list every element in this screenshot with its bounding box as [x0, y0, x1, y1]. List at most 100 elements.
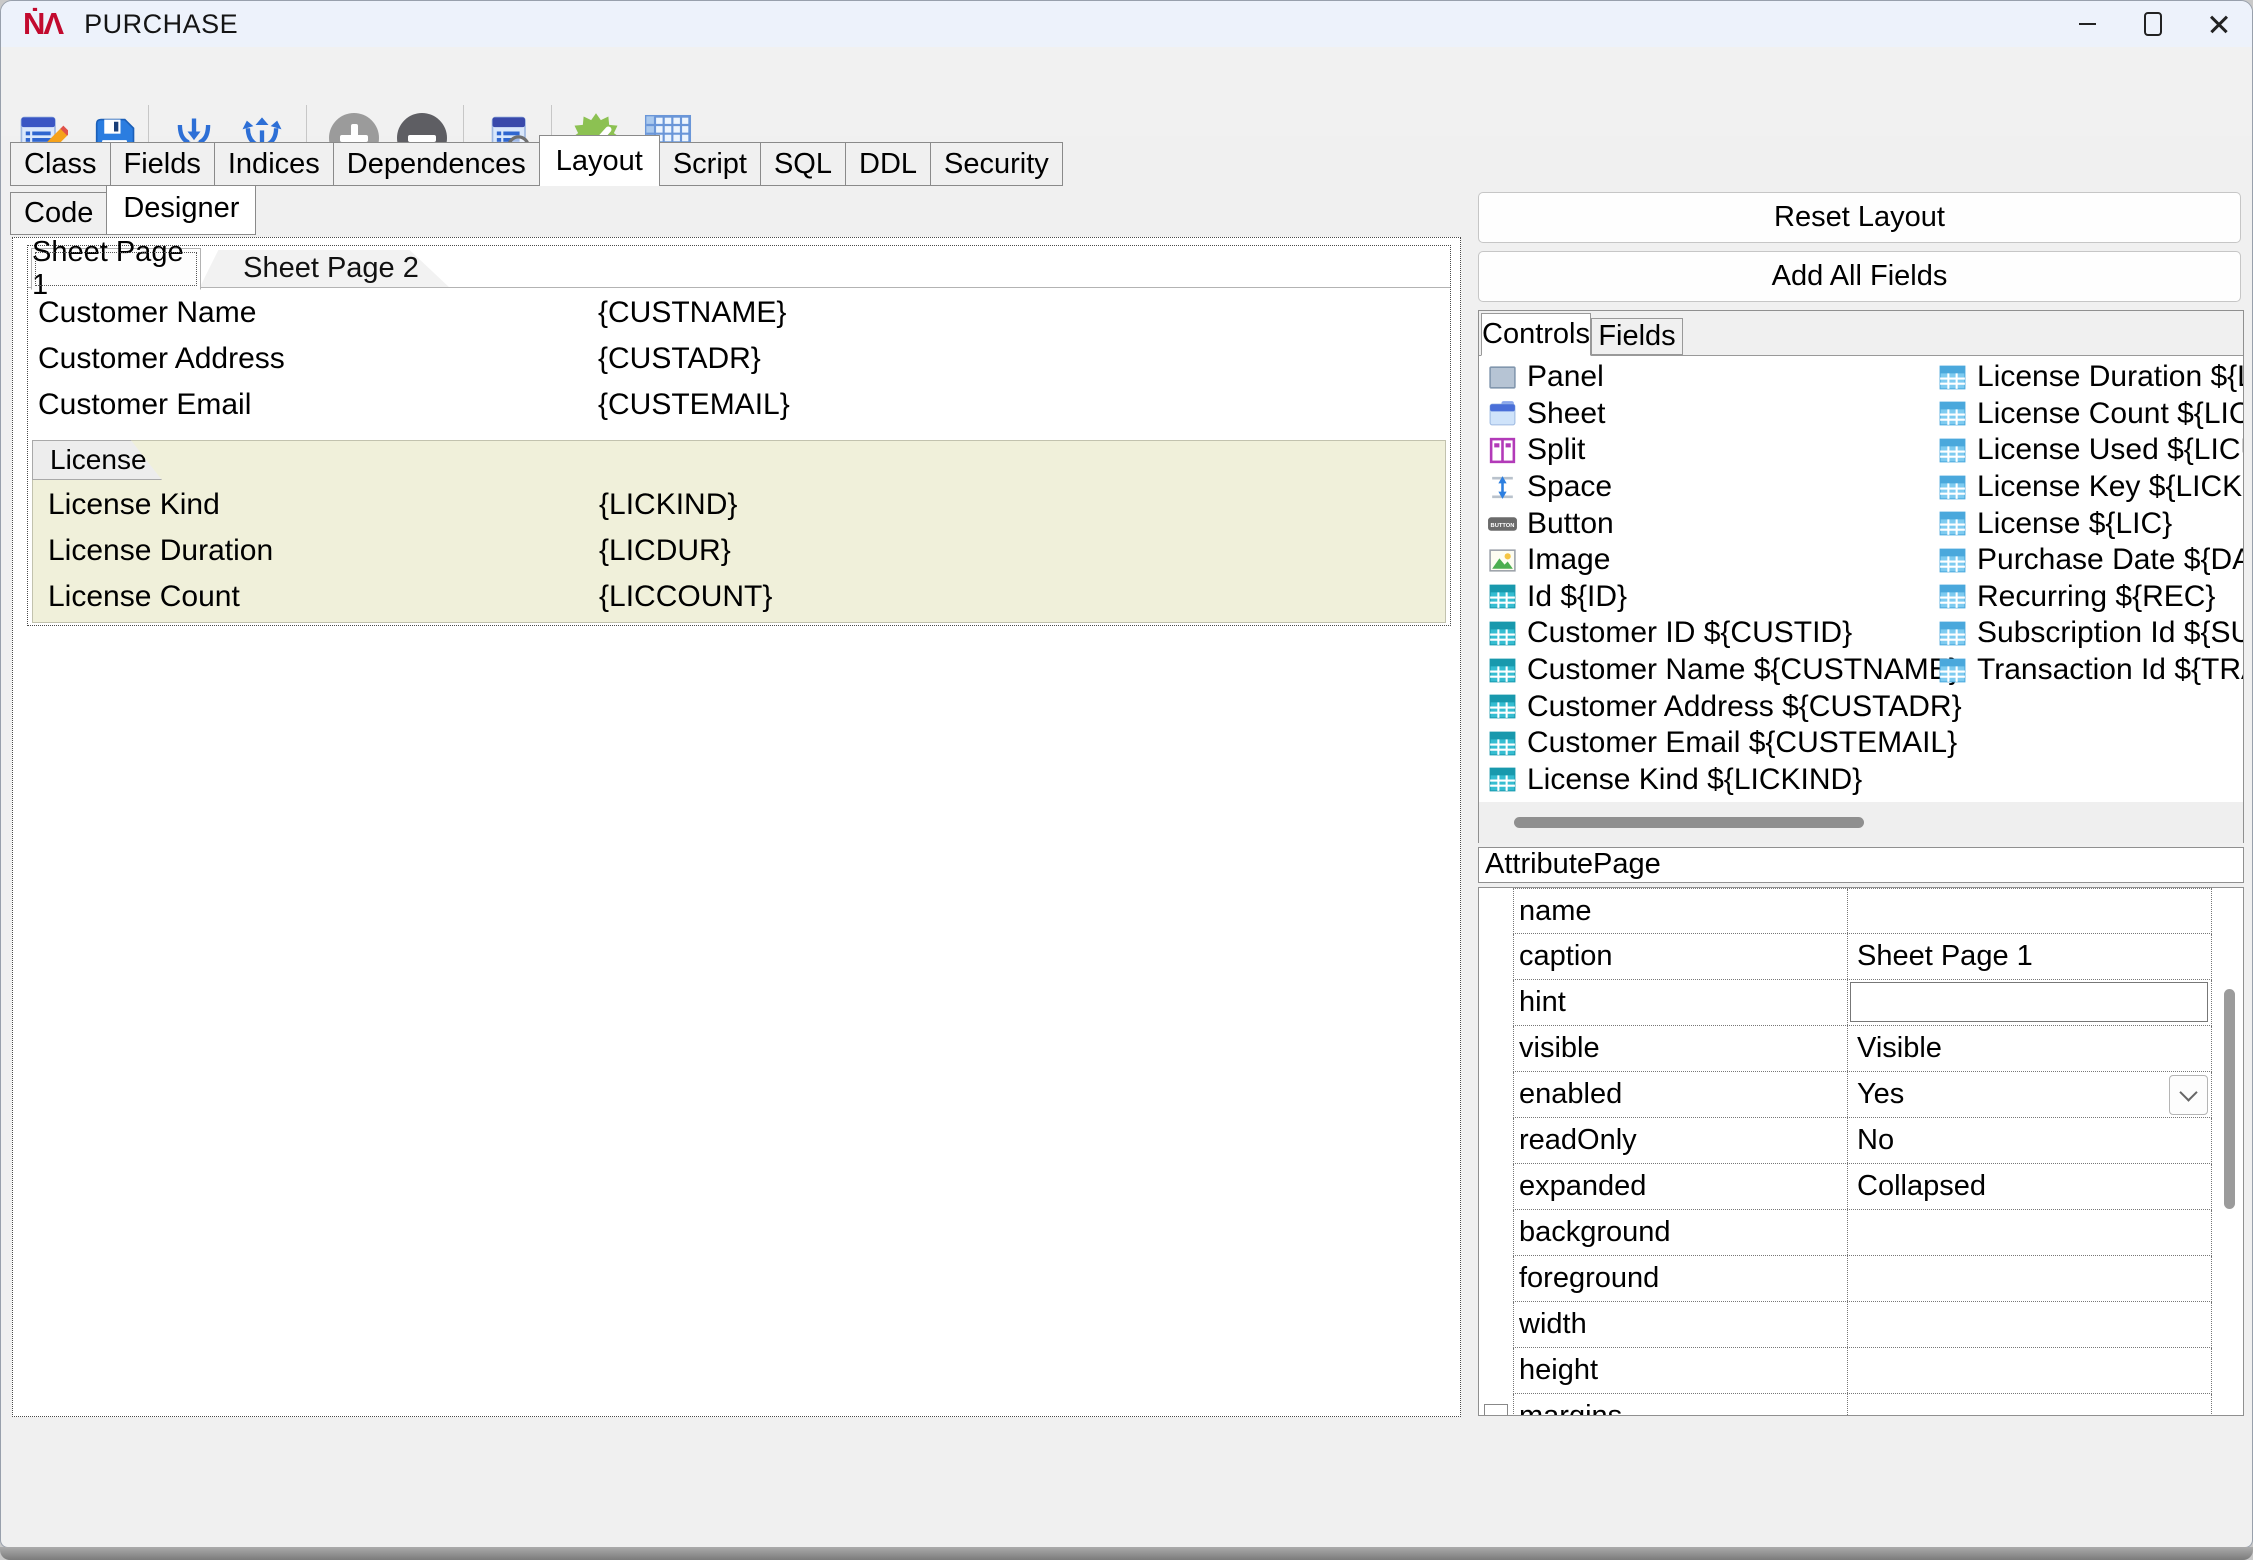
palette-item-license-kind-lickind[interactable]: License Kind ${LICKIND}	[1487, 762, 1933, 799]
reset-layout-button[interactable]: Reset Layout	[1478, 192, 2241, 243]
property-row-enabled[interactable]: enabledYes	[1513, 1072, 2212, 1118]
designer-canvas[interactable]: Sheet Page 1 Sheet Page 2 Customer Name{…	[12, 237, 1461, 1417]
palette-item-label: Space	[1527, 470, 1612, 504]
minimize-icon	[2079, 23, 2096, 26]
palette-column-right: License Duration ${LILicense Count ${LIC…	[1937, 359, 2243, 688]
license-group[interactable]: License License Kind {LICKIND}License Dur…	[32, 440, 1446, 623]
palette-item-license-lic[interactable]: License ${LIC}	[1937, 505, 2243, 542]
palette-item-image[interactable]: Image	[1487, 542, 1933, 579]
property-row-readonly[interactable]: readOnlyNo	[1513, 1118, 2212, 1164]
sheet-page-2-tab[interactable]: Sheet Page 2	[200, 250, 462, 287]
palette-item-recurring-rec[interactable]: Recurring ${REC}	[1937, 579, 2243, 616]
palette-item-customer-id-custid[interactable]: Customer ID ${CUSTID}	[1487, 615, 1933, 652]
property-name: visible	[1514, 1026, 1848, 1071]
license-group-header[interactable]: License	[32, 440, 162, 480]
property-row-width[interactable]: width	[1513, 1302, 2212, 1348]
palette-item-license-key-lickey[interactable]: License Key ${LICKEY	[1937, 469, 2243, 506]
sheet-icon	[1487, 398, 1518, 429]
margins-collapse-icon[interactable]	[1484, 1404, 1508, 1416]
vscrollbar-thumb[interactable]	[2224, 989, 2235, 1209]
sheet-page-1-tab[interactable]: Sheet Page 1	[31, 248, 201, 290]
palette-item-split[interactable]: Split	[1487, 432, 1933, 469]
close-button[interactable]	[2186, 1, 2252, 47]
property-value[interactable]	[1848, 1348, 2211, 1393]
palette-item-customer-name-custname[interactable]: Customer Name ${CUSTNAME}	[1487, 652, 1933, 689]
tab-fields[interactable]: Fields	[1591, 318, 1683, 355]
palette-item-label: License Key ${LICKEY	[1977, 470, 2243, 504]
add-all-fields-button[interactable]: Add All Fields	[1478, 251, 2241, 302]
palette-item-label: Id ${ID}	[1527, 580, 1627, 614]
hint-value-input[interactable]	[1850, 982, 2208, 1022]
window-title: PURCHASE	[84, 9, 238, 40]
tab-script[interactable]: Script	[659, 142, 761, 186]
palette-item-sheet[interactable]: Sheet	[1487, 396, 1933, 433]
property-value[interactable]: Sheet Page 1	[1848, 934, 2211, 979]
palette-item-label: Customer Email ${CUSTEMAIL}	[1527, 726, 1957, 760]
palette-item-license-used-licus[interactable]: License Used ${LICUS	[1937, 432, 2243, 469]
property-row-foreground[interactable]: foreground	[1513, 1256, 2212, 1302]
designer-field-customer-name[interactable]: Customer Name{CUSTNAME}	[28, 290, 1450, 336]
panel-icon	[1487, 362, 1518, 393]
field-placeholder: {CUSTADR}	[598, 336, 761, 382]
property-row-name[interactable]: name	[1513, 888, 2212, 934]
property-value[interactable]: Collapsed	[1848, 1164, 2211, 1209]
property-value[interactable]	[1848, 1256, 2211, 1301]
property-value[interactable]	[1848, 1394, 2211, 1416]
palette-item-license-duration-li[interactable]: License Duration ${LI	[1937, 359, 2243, 396]
property-value[interactable]	[1848, 1302, 2211, 1347]
property-value[interactable]: Visible	[1848, 1026, 2211, 1071]
enabled-dropdown-button[interactable]	[2169, 1075, 2208, 1115]
property-row-margins[interactable]: margins	[1513, 1394, 2212, 1416]
tab-sql[interactable]: SQL	[760, 142, 846, 186]
palette-item-panel[interactable]: Panel	[1487, 359, 1933, 396]
tab-fields[interactable]: Fields	[110, 142, 215, 186]
tab-dependences[interactable]: Dependences	[333, 142, 540, 186]
toolbar	[1, 47, 2252, 136]
designer-field-license-duration[interactable]: License Duration{LICDUR}	[33, 529, 1445, 573]
designer-field-license-kind[interactable]: License Kind {LICKIND}	[33, 483, 1445, 527]
palette-item-button[interactable]: BUTTONButton	[1487, 505, 1933, 542]
palette-item-label: Button	[1527, 507, 1614, 541]
minimize-button[interactable]	[2054, 1, 2120, 47]
property-name: caption	[1514, 934, 1848, 979]
property-value[interactable]	[1848, 889, 2211, 933]
tab-designer[interactable]: Designer	[106, 182, 256, 235]
palette-item-purchase-date-dat[interactable]: Purchase Date ${DAT	[1937, 542, 2243, 579]
property-row-caption[interactable]: captionSheet Page 1	[1513, 934, 2212, 980]
property-row-height[interactable]: height	[1513, 1348, 2212, 1394]
tab-ddl[interactable]: DDL	[845, 142, 931, 186]
property-row-expanded[interactable]: expandedCollapsed	[1513, 1164, 2212, 1210]
property-row-visible[interactable]: visibleVisible	[1513, 1026, 2212, 1072]
palette-item-space[interactable]: Space	[1487, 469, 1933, 506]
tab-layout[interactable]: Layout	[539, 135, 660, 186]
property-row-background[interactable]: background	[1513, 1210, 2212, 1256]
field-label: License Kind	[48, 483, 220, 527]
property-value[interactable]	[1848, 1210, 2211, 1255]
property-value[interactable]: No	[1848, 1118, 2211, 1163]
palette-item-subscription-id-sub[interactable]: Subscription Id ${SUB	[1937, 615, 2243, 652]
palette-item-customer-email-custemail[interactable]: Customer Email ${CUSTEMAIL}	[1487, 725, 1933, 762]
designer-field-customer-email[interactable]: Customer Email{CUSTEMAIL}	[28, 382, 1450, 428]
field-placeholder: {LICKIND}	[599, 483, 737, 527]
tab-class[interactable]: Class	[10, 142, 111, 186]
hscrollbar-thumb[interactable]	[1514, 817, 1864, 828]
tab-code[interactable]: Code	[10, 192, 107, 235]
palette-item-customer-address-custadr[interactable]: Customer Address ${CUSTADR}	[1487, 688, 1933, 725]
tab-security[interactable]: Security	[930, 142, 1063, 186]
tab-indices[interactable]: Indices	[214, 142, 334, 186]
palette-item-transaction-id-tra[interactable]: Transaction Id ${TRA	[1937, 652, 2243, 689]
tab-controls[interactable]: Controls	[1481, 313, 1591, 356]
designer-field-customer-address[interactable]: Customer Address{CUSTADR}	[28, 336, 1450, 382]
palette-item-label: License Kind ${LICKIND}	[1527, 763, 1862, 797]
field-icon	[1487, 618, 1518, 649]
palette-item-license-count-licc[interactable]: License Count ${LICC	[1937, 396, 2243, 433]
maximize-button[interactable]	[2120, 1, 2186, 47]
designer-field-license-count[interactable]: License Count{LICCOUNT}	[33, 575, 1445, 619]
property-value-text: No	[1857, 1124, 1894, 1156]
property-row-hint[interactable]: hint	[1513, 980, 2212, 1026]
property-value[interactable]	[1848, 980, 2211, 1025]
sheet-control[interactable]: Sheet Page 1 Sheet Page 2 Customer Name{…	[27, 245, 1451, 626]
palette-hscrollbar[interactable]	[1479, 802, 2243, 843]
palette-item-id-id[interactable]: Id ${ID}	[1487, 579, 1933, 616]
property-value[interactable]: Yes	[1848, 1072, 2211, 1117]
